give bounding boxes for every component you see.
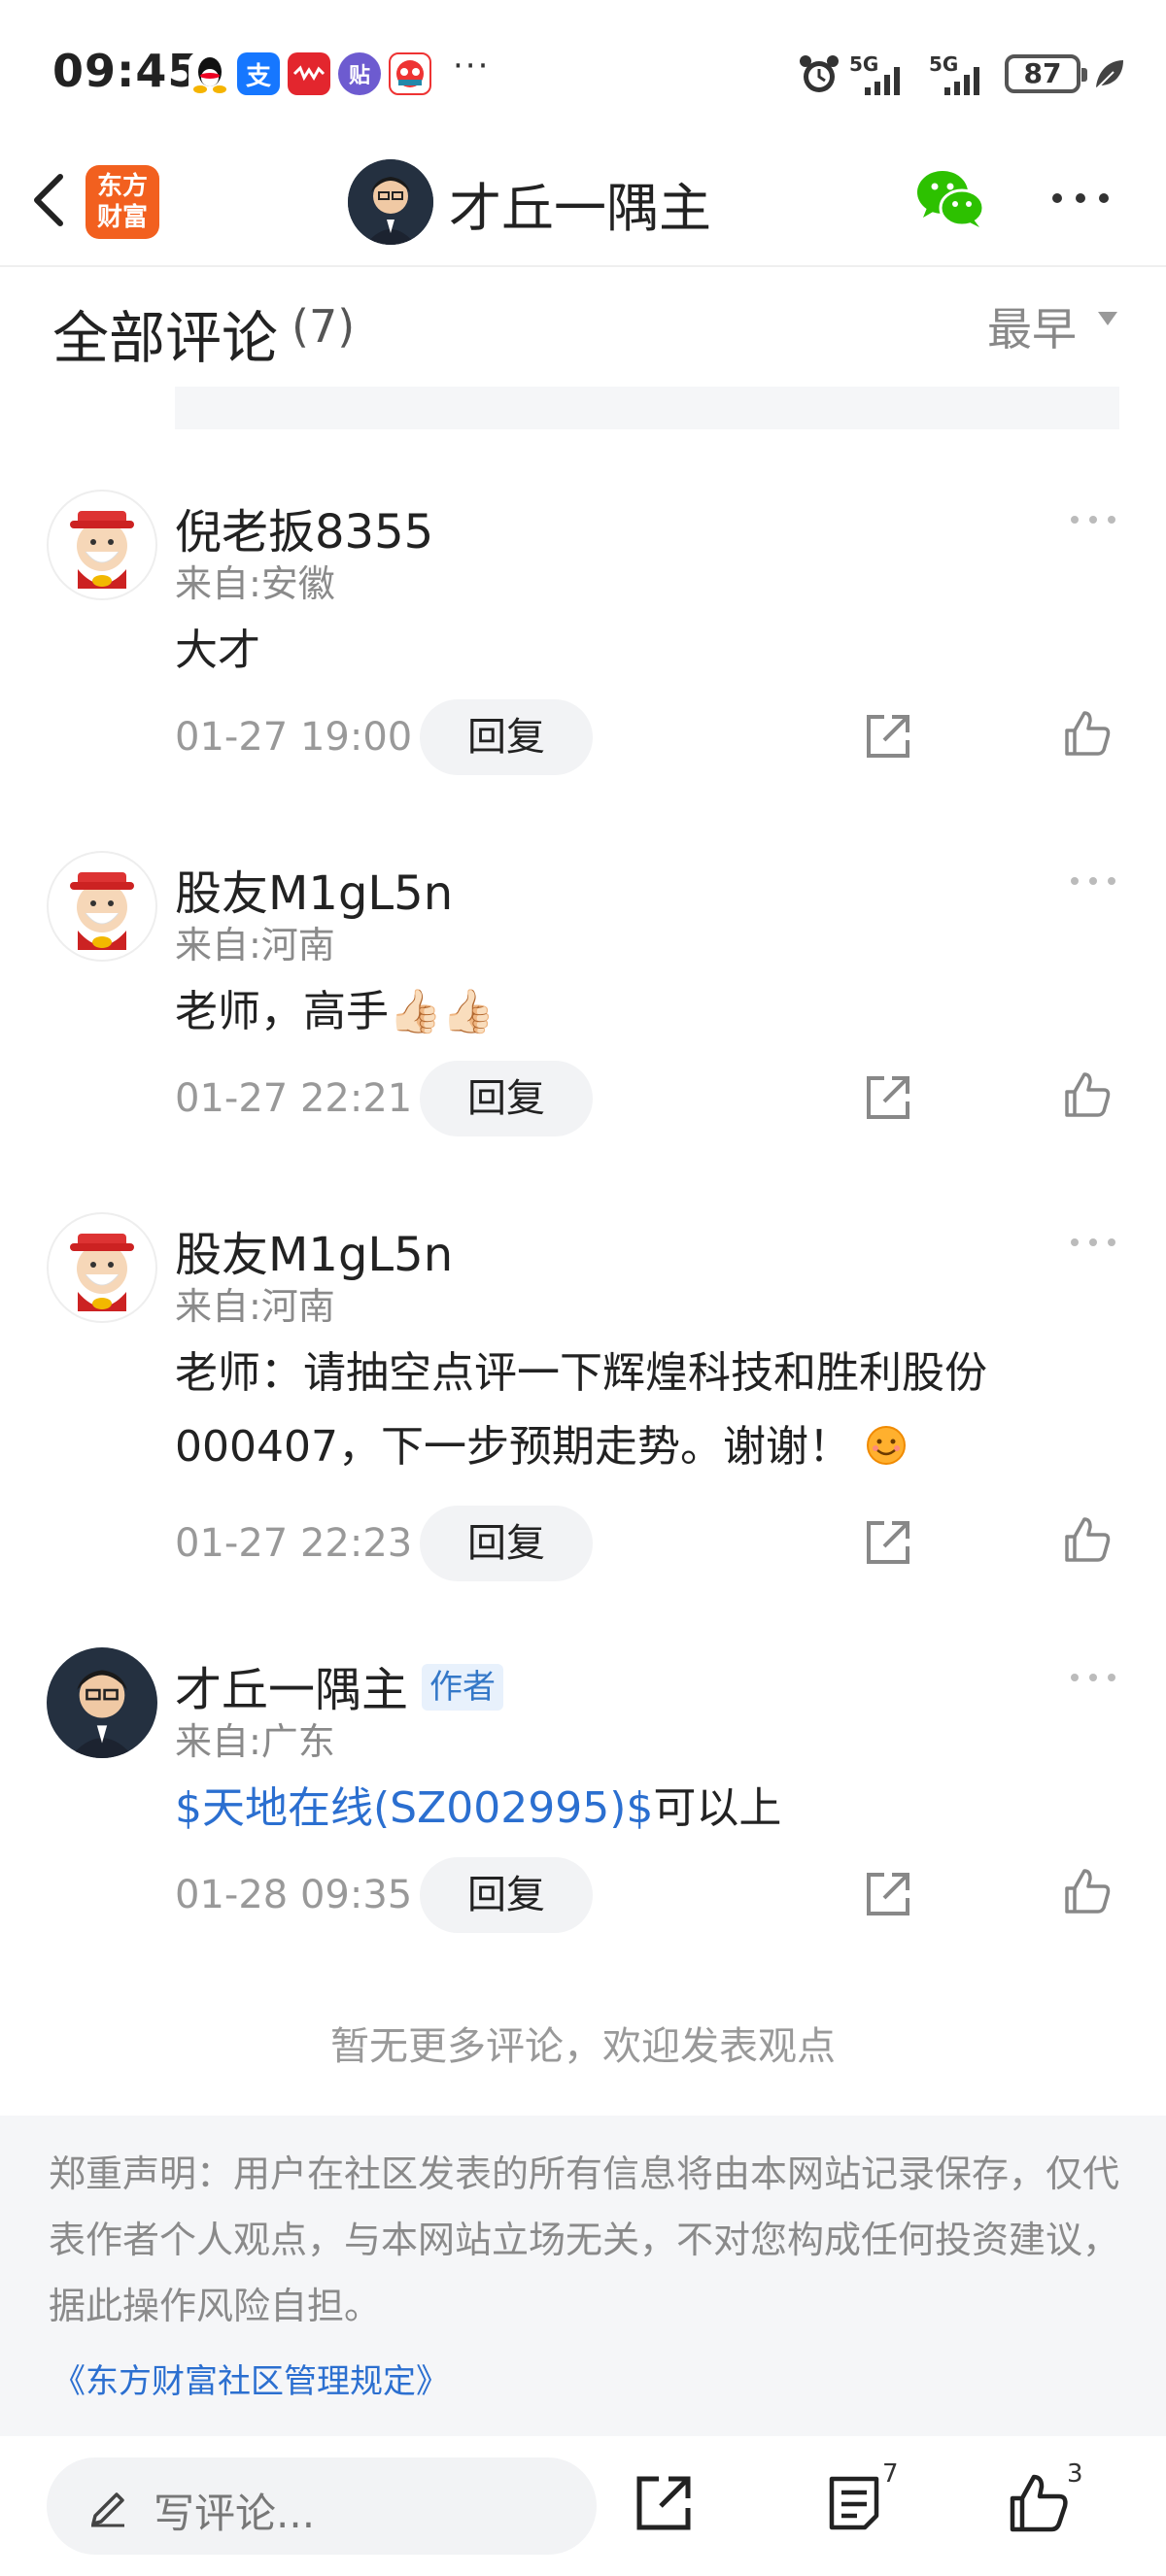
share-icon[interactable]	[863, 1072, 913, 1123]
like-icon[interactable]	[1061, 1068, 1114, 1121]
comment-text: $天地在线(SZ002995)$可以上	[175, 1772, 1049, 1846]
reply-button[interactable]: 回复	[420, 699, 593, 775]
comment-count-badge: 7	[882, 2459, 899, 2489]
bottom-action-bar: 写评论... 7 3	[0, 2436, 1166, 2576]
reply-button[interactable]: 回复	[420, 1506, 593, 1581]
alarm-icon	[800, 55, 839, 92]
comments-count: (7)	[292, 300, 356, 353]
nav-title: 才丘一隅主	[449, 178, 711, 239]
alipay-icon: 支	[237, 52, 280, 95]
comment-time: 01-28 09:35	[175, 1873, 413, 1917]
comment-location: 来自:河南	[175, 1285, 335, 1328]
quoted-content-fragment	[175, 387, 1119, 429]
comment-location: 来自:安徽	[175, 562, 335, 605]
nav-bar: 东方 财富 才丘一隅主	[0, 146, 1166, 267]
comment-time: 01-27 22:23	[175, 1521, 413, 1566]
game-icon	[389, 52, 431, 95]
comment-username[interactable]: 股友M1gL5n	[175, 1216, 453, 1284]
wechat-share-icon[interactable]	[913, 165, 987, 233]
nav-more-icon[interactable]	[1049, 188, 1112, 208]
user-avatar[interactable]	[47, 851, 157, 962]
smile-emoji-icon	[866, 1426, 906, 1465]
like-icon[interactable]	[1061, 1865, 1114, 1917]
comment-more-icon[interactable]	[1069, 1671, 1117, 1684]
status-more-icon: ···	[453, 47, 491, 85]
status-time: 09:45	[52, 45, 200, 97]
user-avatar[interactable]	[47, 1212, 157, 1323]
comment-more-icon[interactable]	[1069, 513, 1117, 526]
write-comment-input[interactable]: 写评论...	[47, 2457, 597, 2555]
comment-more-icon[interactable]	[1069, 874, 1117, 888]
brand-logo-line2: 财富	[96, 203, 148, 232]
no-more-comments-text: 暂无更多评论，欢迎发表观点	[330, 2024, 836, 2069]
comment-time: 01-27 22:21	[175, 1076, 413, 1121]
author-avatar[interactable]	[47, 1647, 157, 1758]
reply-button[interactable]: 回复	[420, 1061, 593, 1136]
comments-title: 全部评论	[52, 305, 279, 371]
alipay-glyph: 支	[245, 61, 271, 91]
comment-username[interactable]: 倪老扳8355	[175, 493, 433, 561]
sort-dropdown[interactable]: 最早	[987, 294, 1077, 358]
comment-username-text: 才丘一隅主	[175, 1663, 409, 1717]
comment-location: 来自:广东	[175, 1720, 335, 1763]
community-rules-link[interactable]: 《东方财富社区管理规定》	[52, 2355, 449, 2402]
brand-logo[interactable]: 东方 财富	[86, 165, 159, 239]
caret-down-icon[interactable]	[1098, 312, 1117, 325]
author-badge: 作者	[422, 1664, 504, 1711]
comment-placeholder: 写评论...	[154, 2490, 316, 2537]
share-icon[interactable]	[863, 711, 913, 762]
comment-time: 01-27 19:00	[175, 715, 413, 760]
comment-location: 来自:河南	[175, 924, 335, 966]
comment-text: 老师，高手👍🏻👍🏻	[175, 987, 496, 1036]
user-avatar[interactable]	[47, 490, 157, 600]
like-count-badge: 3	[1067, 2459, 1083, 2489]
share-icon[interactable]	[634, 2473, 694, 2533]
comment-more-icon[interactable]	[1069, 1236, 1117, 1249]
comment-username[interactable]: 股友M1gL5n	[175, 855, 453, 923]
leaf-icon	[1096, 60, 1123, 88]
like-icon[interactable]	[1061, 707, 1114, 760]
author-avatar[interactable]	[348, 159, 433, 245]
battery-icon: 87	[1005, 54, 1087, 93]
share-icon[interactable]	[863, 1869, 913, 1919]
stock-link[interactable]: $天地在线(SZ002995)$	[175, 1783, 653, 1833]
disclaimer-panel: 郑重声明：用户在社区发表的所有信息将由本网站记录保存，仅代表作者个人观点，与本网…	[0, 2116, 1166, 2436]
comment-text-content: 可以上	[653, 1783, 782, 1833]
like-icon[interactable]	[1007, 2471, 1071, 2535]
signal-1-icon: 5G	[849, 52, 909, 95]
back-icon[interactable]	[23, 159, 72, 237]
comments-header: 全部评论 (7) 最早	[0, 269, 1166, 386]
status-bar: 09:45 支 贴 ··· 5G 5G 87	[0, 0, 1166, 146]
signal-2-icon: 5G	[929, 52, 989, 95]
comment-list-icon[interactable]	[826, 2475, 882, 2531]
comment-text: 老师：请抽空点评一下辉煌科技和胜利股份000407，下一步预期走势。谢谢！	[175, 1337, 1049, 1484]
qq-icon	[189, 52, 231, 95]
tieba-glyph: 贴	[348, 64, 370, 88]
disclaimer-text: 郑重声明：用户在社区发表的所有信息将由本网站记录保存，仅代表作者个人观点，与本网…	[49, 2152, 1120, 2327]
share-icon[interactable]	[863, 1517, 913, 1568]
comment-username[interactable]: 才丘一隅主 作者	[175, 1651, 504, 1719]
brand-logo-line1: 东方	[96, 172, 148, 201]
comment-text: 大才	[175, 626, 260, 675]
like-icon[interactable]	[1061, 1513, 1114, 1566]
music-icon	[288, 52, 330, 95]
pen-icon	[91, 2492, 124, 2527]
reply-button[interactable]: 回复	[420, 1857, 593, 1933]
tieba-icon: 贴	[338, 52, 381, 95]
